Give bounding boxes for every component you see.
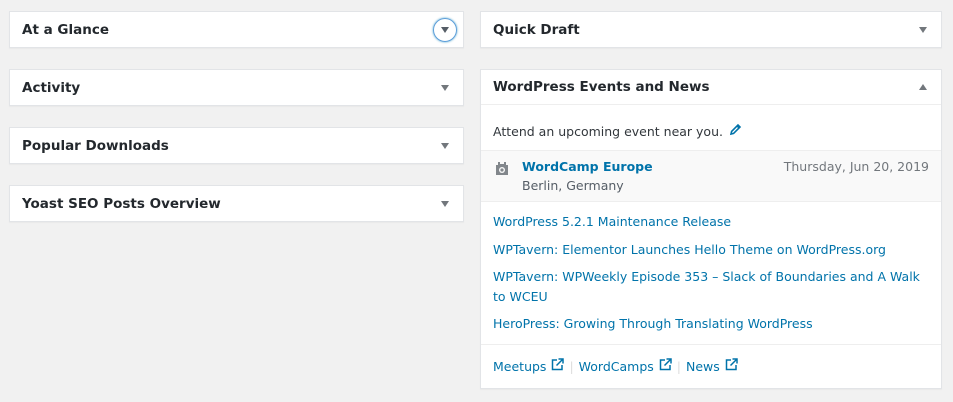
news-footer-link[interactable]: News	[686, 358, 738, 374]
toggle-panel-button[interactable]	[433, 17, 457, 42]
widget-title: Popular Downloads	[22, 137, 169, 154]
widget-header[interactable]: Quick Draft	[481, 12, 941, 47]
separator: |	[569, 358, 574, 374]
news-link[interactable]: HeroPress: Growing Through Translating W…	[493, 314, 929, 334]
quick-draft-widget: Quick Draft	[480, 11, 942, 48]
event-date: Thursday, Jun 20, 2019	[783, 159, 929, 174]
events-footer: Meetups | WordCamps | News	[481, 343, 941, 388]
chevron-down-icon	[441, 84, 449, 91]
event-title-link[interactable]: WordCamp Europe	[522, 159, 653, 174]
external-link-icon	[659, 358, 672, 374]
toggle-panel-button[interactable]	[439, 82, 451, 94]
yoast-seo-widget: Yoast SEO Posts Overview	[9, 185, 464, 222]
widget-header[interactable]: At a Glance	[10, 12, 463, 47]
news-list: WordPress 5.2.1 Maintenance Release WPTa…	[481, 202, 941, 344]
meetups-link-label: Meetups	[493, 358, 547, 374]
wordcamp-icon	[493, 159, 511, 177]
pencil-icon[interactable]	[729, 123, 742, 139]
chevron-down-icon	[919, 26, 927, 33]
widget-title: At a Glance	[22, 21, 109, 38]
events-intro: Attend an upcoming event near you.	[481, 105, 941, 143]
events-intro-text: Attend an upcoming event near you.	[493, 123, 723, 139]
external-link-icon	[725, 358, 738, 374]
meetups-link[interactable]: Meetups	[493, 358, 565, 374]
popular-downloads-widget: Popular Downloads	[9, 127, 464, 164]
event-location: Berlin, Germany	[522, 178, 624, 193]
chevron-down-icon	[441, 26, 449, 33]
wordcamps-link[interactable]: WordCamps	[579, 358, 672, 374]
widget-header[interactable]: Yoast SEO Posts Overview	[10, 186, 463, 221]
chevron-up-icon	[919, 84, 927, 90]
toggle-panel-button[interactable]	[439, 198, 451, 210]
separator: |	[676, 358, 682, 374]
events-news-widget: WordPress Events and News Attend an upco…	[480, 69, 942, 389]
chevron-down-icon	[441, 200, 449, 207]
widget-title: Yoast SEO Posts Overview	[22, 195, 221, 212]
news-link[interactable]: WPTavern: Elementor Launches Hello Theme…	[493, 240, 929, 260]
widget-header[interactable]: Activity	[10, 70, 463, 105]
right-column: Quick Draft WordPress Events and News At…	[480, 11, 942, 402]
widget-title: WordPress Events and News	[493, 79, 710, 95]
wordcamps-link-label: WordCamps	[578, 358, 654, 374]
toggle-panel-button[interactable]	[439, 140, 451, 152]
activity-widget: Activity	[9, 69, 464, 106]
toggle-panel-button[interactable]	[917, 81, 929, 93]
news-link[interactable]: WordPress 5.2.1 Maintenance Release	[493, 212, 929, 232]
news-link-label: News	[686, 358, 720, 374]
widget-title: Quick Draft	[493, 21, 580, 38]
widget-header[interactable]: Popular Downloads	[10, 128, 463, 163]
widget-header[interactable]: WordPress Events and News	[481, 70, 941, 105]
news-link[interactable]: WPTavern: WPWeekly Episode 353 – Slack o…	[493, 267, 929, 306]
at-a-glance-widget: At a Glance	[9, 11, 464, 48]
chevron-down-icon	[441, 142, 449, 149]
event-item: WordCamp Europe Berlin, Germany Thursday…	[481, 150, 941, 202]
toggle-panel-button[interactable]	[917, 24, 929, 36]
widget-title: Activity	[22, 79, 81, 96]
left-column: At a Glance Activity Popular Downloads Y…	[9, 11, 464, 243]
external-link-icon	[551, 358, 565, 374]
